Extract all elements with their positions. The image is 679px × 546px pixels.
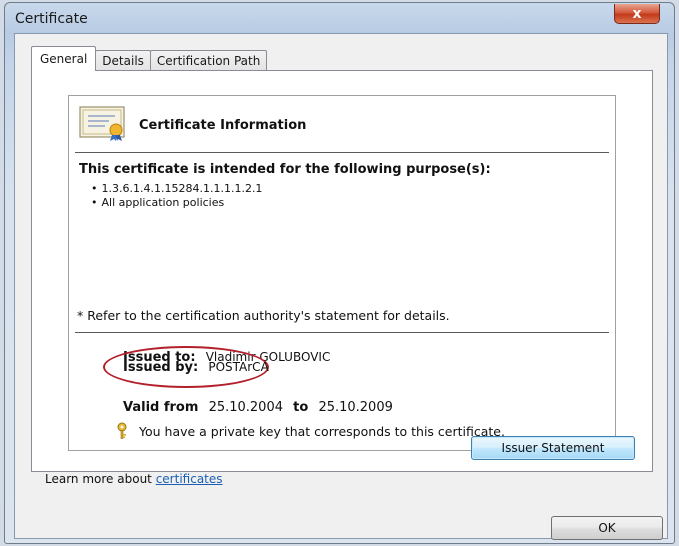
divider [75, 332, 609, 333]
issued-by-label: Issued by: [123, 360, 199, 375]
certificate-info-heading: Certificate Information [139, 118, 307, 133]
issuer-statement-button[interactable]: Issuer Statement [471, 436, 635, 460]
key-icon [115, 422, 129, 444]
validity-row: Valid from 25.10.2004 to 25.10.2009 [123, 400, 393, 415]
valid-from-label: Valid from [123, 400, 199, 415]
tab-details[interactable]: Details [95, 50, 151, 71]
issued-by-row: Issued by: POSTArCA [123, 360, 269, 375]
valid-from-value: 25.10.2004 [208, 400, 283, 415]
certificate-icon [79, 104, 127, 146]
certificate-dialog: Certificate x General Details Certificat… [4, 2, 675, 544]
close-icon: x [632, 5, 642, 22]
ok-button[interactable]: OK [551, 516, 663, 540]
valid-to-label: to [293, 400, 309, 415]
purpose-list: 1.3.6.1.4.1.15284.1.1.1.1.2.1 All applic… [91, 182, 263, 210]
purpose-heading: This certificate is intended for the fol… [79, 162, 491, 177]
learn-more-prefix: Learn more about [45, 472, 156, 486]
purpose-item: All application policies [91, 196, 262, 210]
purpose-item: 1.3.6.1.4.1.15284.1.1.1.1.2.1 [91, 182, 263, 196]
tab-general[interactable]: General [31, 46, 97, 71]
learn-more-text: Learn more about certificates [45, 472, 223, 486]
private-key-note: You have a private key that corresponds … [139, 424, 505, 439]
close-button[interactable]: x [614, 4, 660, 24]
certificates-link[interactable]: certificates [156, 472, 223, 486]
divider [75, 152, 609, 153]
tab-strip: General Details Certification Path [31, 46, 268, 71]
issued-by-value: POSTArCA [208, 360, 269, 374]
refer-note: * Refer to the certification authority's… [77, 308, 450, 323]
window-title: Certificate [15, 11, 88, 27]
tab-certification-path[interactable]: Certification Path [149, 50, 268, 71]
certificate-info-box: Certificate Information This certificate… [68, 95, 616, 451]
valid-to-value: 25.10.2009 [318, 400, 393, 415]
dialog-client-area: General Details Certification Path Certi… [14, 33, 668, 540]
general-tab-panel: Certificate Information This certificate… [31, 70, 653, 472]
